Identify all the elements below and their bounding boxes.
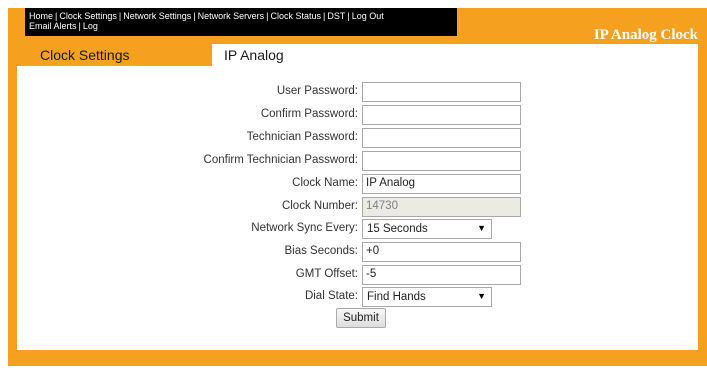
- network-sync-label: Network Sync Every:: [251, 222, 358, 234]
- top-navigation: Home | Clock Settings | Network Settings | Net…: [25, 8, 457, 36]
- nav-link-log[interactable]: Log: [83, 21, 98, 31]
- row-bias-seconds: Bias Seconds: +0: [0, 242, 707, 263]
- nav-line-2: Email Alerts | Log: [29, 21, 98, 31]
- network-sync-select[interactable]: 15 Seconds ▼: [362, 219, 492, 239]
- dropdown-arrow-icon: ▼: [477, 291, 486, 301]
- dial-state-value: Find Hands: [367, 291, 426, 303]
- network-sync-value: 15 Seconds: [367, 223, 428, 235]
- panel-tab-label: IP Analog: [224, 47, 284, 63]
- row-confirm-password: Confirm Password:: [0, 105, 707, 126]
- clock-number-input: 14730: [362, 197, 521, 217]
- nav-line-1: Home | Clock Settings | Network Settings | Net…: [29, 11, 384, 21]
- user-password-label: User Password:: [276, 85, 358, 97]
- user-password-input[interactable]: [362, 82, 521, 102]
- row-clock-name: Clock Name: IP Analog: [0, 174, 707, 195]
- clock-name-label: Clock Name:: [292, 177, 358, 189]
- technician-password-input[interactable]: [362, 128, 521, 148]
- technician-password-label: Technician Password:: [246, 131, 358, 143]
- confirm-technician-password-input[interactable]: [362, 151, 521, 171]
- dial-state-select[interactable]: Find Hands ▼: [362, 287, 492, 307]
- row-network-sync: Network Sync Every: 15 Seconds ▼: [0, 219, 707, 240]
- bias-seconds-input[interactable]: +0: [362, 242, 521, 262]
- confirm-password-label: Confirm Password:: [260, 108, 358, 120]
- gmt-offset-label: GMT Offset:: [295, 268, 358, 280]
- app-title: IP Analog Clock: [593, 27, 698, 43]
- nav-link-network-servers[interactable]: Network Servers: [198, 11, 265, 21]
- row-user-password: User Password:: [0, 82, 707, 103]
- submit-button[interactable]: Submit: [336, 308, 386, 328]
- bias-seconds-label: Bias Seconds:: [284, 245, 358, 257]
- clock-name-input[interactable]: IP Analog: [362, 174, 521, 194]
- dropdown-arrow-icon: ▼: [477, 223, 486, 233]
- confirm-technician-password-label: Confirm Technician Password:: [203, 154, 358, 166]
- confirm-password-input[interactable]: [362, 105, 521, 125]
- dial-state-label: Dial State:: [304, 290, 358, 302]
- clock-number-label: Clock Number:: [281, 200, 358, 212]
- nav-link-network-settings[interactable]: Network Settings: [123, 11, 191, 21]
- nav-link-clock-status[interactable]: Clock Status: [270, 11, 321, 21]
- section-title: Clock Settings: [40, 47, 130, 63]
- row-clock-number: Clock Number: 14730: [0, 197, 707, 218]
- row-confirm-technician-password: Confirm Technician Password:: [0, 151, 707, 172]
- row-dial-state: Dial State: Find Hands ▼: [0, 287, 707, 308]
- gmt-offset-input[interactable]: -5: [362, 265, 521, 285]
- row-gmt-offset: GMT Offset: -5: [0, 265, 707, 286]
- nav-link-clock-settings[interactable]: Clock Settings: [59, 11, 117, 21]
- nav-link-home[interactable]: Home: [29, 11, 53, 21]
- nav-link-dst[interactable]: DST: [327, 11, 345, 21]
- nav-link-email-alerts[interactable]: Email Alerts: [29, 21, 77, 31]
- row-technician-password: Technician Password:: [0, 128, 707, 149]
- nav-link-log-out[interactable]: Log Out: [352, 11, 384, 21]
